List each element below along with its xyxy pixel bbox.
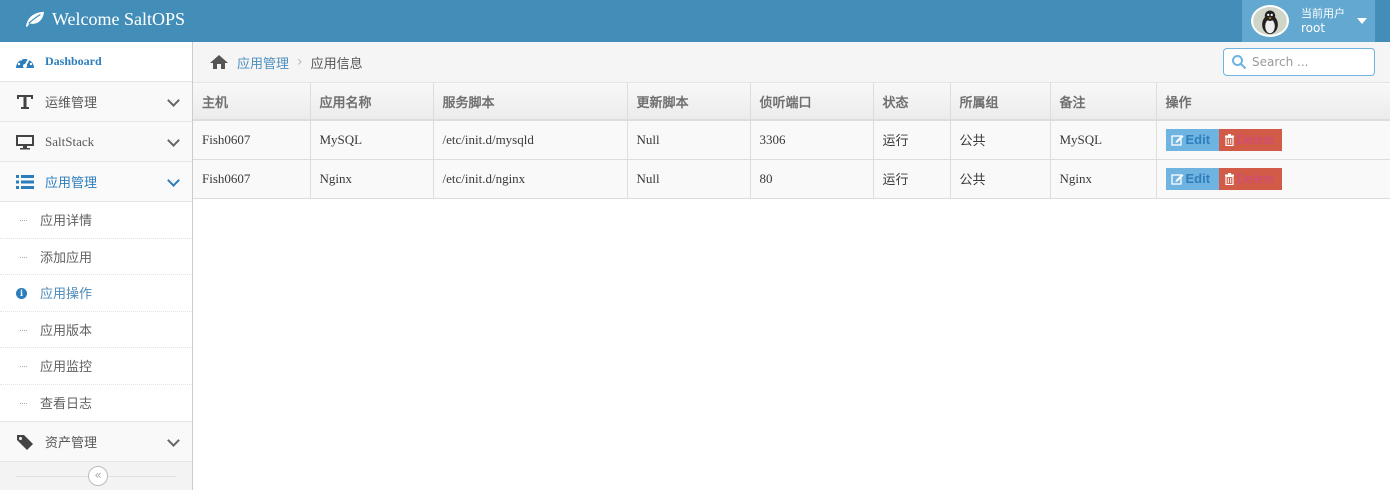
table-row: Fish0607 Nginx /etc/init.d/nginx Null 80… — [193, 158, 1390, 199]
list-icon — [15, 172, 35, 192]
desktop-icon — [15, 132, 35, 152]
submenu-item-add-app[interactable]: 添加应用 — [0, 239, 192, 275]
submenu-item-app-versions[interactable]: 应用版本 — [0, 312, 192, 348]
apps-table-container: 主机 应用名称 服务脚本 更新脚本 侦听端口 状态 所属组 备注 操作 Fish… — [193, 83, 1390, 199]
delete-button[interactable]: Delete — [1218, 128, 1282, 151]
edit-button[interactable]: Edit — [1165, 167, 1219, 190]
sidebar-item-ops[interactable]: 运维管理 — [0, 82, 192, 122]
double-chevron-left-icon[interactable]: « — [88, 466, 108, 486]
cell-port: 3306 — [749, 119, 874, 160]
delete-button[interactable]: Delete — [1218, 167, 1282, 190]
cell-port: 80 — [749, 158, 874, 199]
cell-service-script: /etc/init.d/mysqld — [432, 119, 628, 160]
cell-actions: Edit Delete — [1155, 119, 1390, 160]
breadcrumb-current: 应用信息 — [310, 56, 363, 72]
cell-actions: Edit Delete — [1155, 158, 1390, 199]
top-navbar: Welcome SaltOPS 当前用户 root — [0, 0, 1390, 42]
cell-app-name: Nginx — [309, 158, 434, 199]
edit-button[interactable]: Edit — [1165, 128, 1219, 151]
sidebar-item-label: SaltStack — [45, 133, 95, 149]
sidebar-collapse-bar: « — [0, 462, 192, 490]
column-header[interactable]: 状态 — [872, 83, 951, 121]
search-input[interactable] — [1252, 55, 1370, 69]
column-header[interactable]: 所属组 — [949, 83, 1051, 121]
chevron-down-icon — [167, 174, 180, 187]
submenu-item-app-monitoring[interactable]: 应用监控 — [0, 348, 192, 385]
penguin-avatar-icon — [1253, 7, 1287, 35]
submenu-item-app-details[interactable]: 应用详情 — [0, 202, 192, 239]
search-icon — [1232, 55, 1247, 70]
submenu-item-label: 应用详情 — [40, 214, 93, 230]
user-menu[interactable]: 当前用户 root — [1242, 0, 1375, 42]
breadcrumb-link[interactable]: 应用管理 — [237, 53, 289, 72]
cell-status: 运行 — [872, 119, 951, 160]
breadcrumb: 应用管理 › 应用信息 — [193, 42, 1390, 83]
submenu-item-label: 查看日志 — [40, 397, 93, 413]
sidebar-item-saltstack[interactable]: SaltStack — [0, 122, 192, 162]
edit-icon — [1170, 134, 1183, 146]
user-info: 当前用户 root — [1301, 7, 1345, 35]
sidebar-item-label: 应用管理 — [45, 176, 98, 191]
submenu-item-label: 应用操作 — [40, 287, 93, 303]
submenu-item-label: 应用版本 — [40, 323, 93, 339]
submenu-item-label: 应用监控 — [40, 360, 93, 376]
cell-app-name: MySQL — [309, 119, 434, 160]
cell-host: Fish0607 — [193, 158, 311, 199]
search-box[interactable] — [1223, 48, 1375, 76]
column-header: 操作 — [1155, 83, 1390, 121]
breadcrumb-separator: › — [297, 54, 303, 70]
sidebar: Dashboard 运维管理 SaltStack 应用管理 应用详情 添加应用 … — [0, 42, 193, 490]
leaf-icon — [26, 11, 44, 28]
sidebar-item-label: 运维管理 — [45, 96, 98, 111]
cell-group: 公共 — [949, 119, 1051, 160]
user-name: root — [1301, 21, 1326, 35]
submenu-item-label: 添加应用 — [40, 250, 93, 266]
sidebar-item-apps[interactable]: 应用管理 — [0, 162, 192, 202]
sidebar-item-dashboard[interactable]: Dashboard — [0, 42, 192, 82]
edit-label: Edit — [1185, 171, 1211, 186]
cell-service-script: /etc/init.d/nginx — [432, 158, 628, 199]
cell-note: MySQL — [1049, 119, 1157, 160]
column-header[interactable]: 主机 — [193, 83, 311, 121]
column-header[interactable]: 服务脚本 — [432, 83, 628, 121]
trash-icon — [1224, 133, 1234, 146]
text-t-icon — [15, 92, 35, 112]
brand[interactable]: Welcome SaltOPS — [24, 7, 185, 31]
tag-icon — [15, 432, 35, 452]
delete-label: Delete — [1236, 171, 1275, 186]
table-header-row: 主机 应用名称 服务脚本 更新脚本 侦听端口 状态 所属组 备注 操作 — [193, 83, 1390, 121]
cell-update-script: Null — [626, 158, 751, 199]
delete-label: Delete — [1236, 132, 1275, 148]
submenu-item-view-logs[interactable]: 查看日志 — [0, 385, 192, 422]
column-header[interactable]: 侦听端口 — [749, 83, 874, 121]
chevron-down-icon — [167, 134, 180, 147]
home-icon[interactable] — [209, 54, 229, 70]
chevron-down-icon — [167, 434, 180, 447]
apps-submenu: 应用详情 添加应用 i 应用操作 应用版本 应用监控 查看日志 — [0, 202, 192, 422]
tachometer-icon — [15, 52, 35, 72]
avatar — [1251, 5, 1289, 37]
caret-down-icon[interactable] — [1357, 18, 1367, 24]
apps-table: 主机 应用名称 服务脚本 更新脚本 侦听端口 状态 所属组 备注 操作 Fish… — [193, 83, 1390, 199]
edit-label: Edit — [1185, 132, 1211, 148]
sidebar-item-label: Dashboard — [45, 54, 102, 68]
column-header[interactable]: 更新脚本 — [626, 83, 751, 121]
table-row: Fish0607 MySQL /etc/init.d/mysqld Null 3… — [193, 119, 1390, 160]
edit-icon — [1170, 173, 1183, 185]
submenu-item-app-operations[interactable]: i 应用操作 — [0, 275, 192, 312]
info-icon: i — [16, 288, 27, 299]
current-user-label: 当前用户 — [1301, 7, 1345, 20]
cell-note: Nginx — [1049, 158, 1157, 199]
cell-update-script: Null — [626, 119, 751, 160]
cell-status: 运行 — [872, 158, 951, 199]
cell-group: 公共 — [949, 158, 1051, 199]
trash-icon — [1224, 172, 1234, 185]
column-header[interactable]: 应用名称 — [309, 83, 434, 121]
sidebar-item-label: 资产管理 — [45, 436, 98, 451]
column-header[interactable]: 备注 — [1049, 83, 1157, 121]
brand-title: Welcome SaltOPS — [52, 8, 186, 29]
sidebar-item-assets[interactable]: 资产管理 — [0, 422, 192, 462]
cell-host: Fish0607 — [193, 119, 311, 160]
chevron-down-icon — [167, 94, 180, 107]
